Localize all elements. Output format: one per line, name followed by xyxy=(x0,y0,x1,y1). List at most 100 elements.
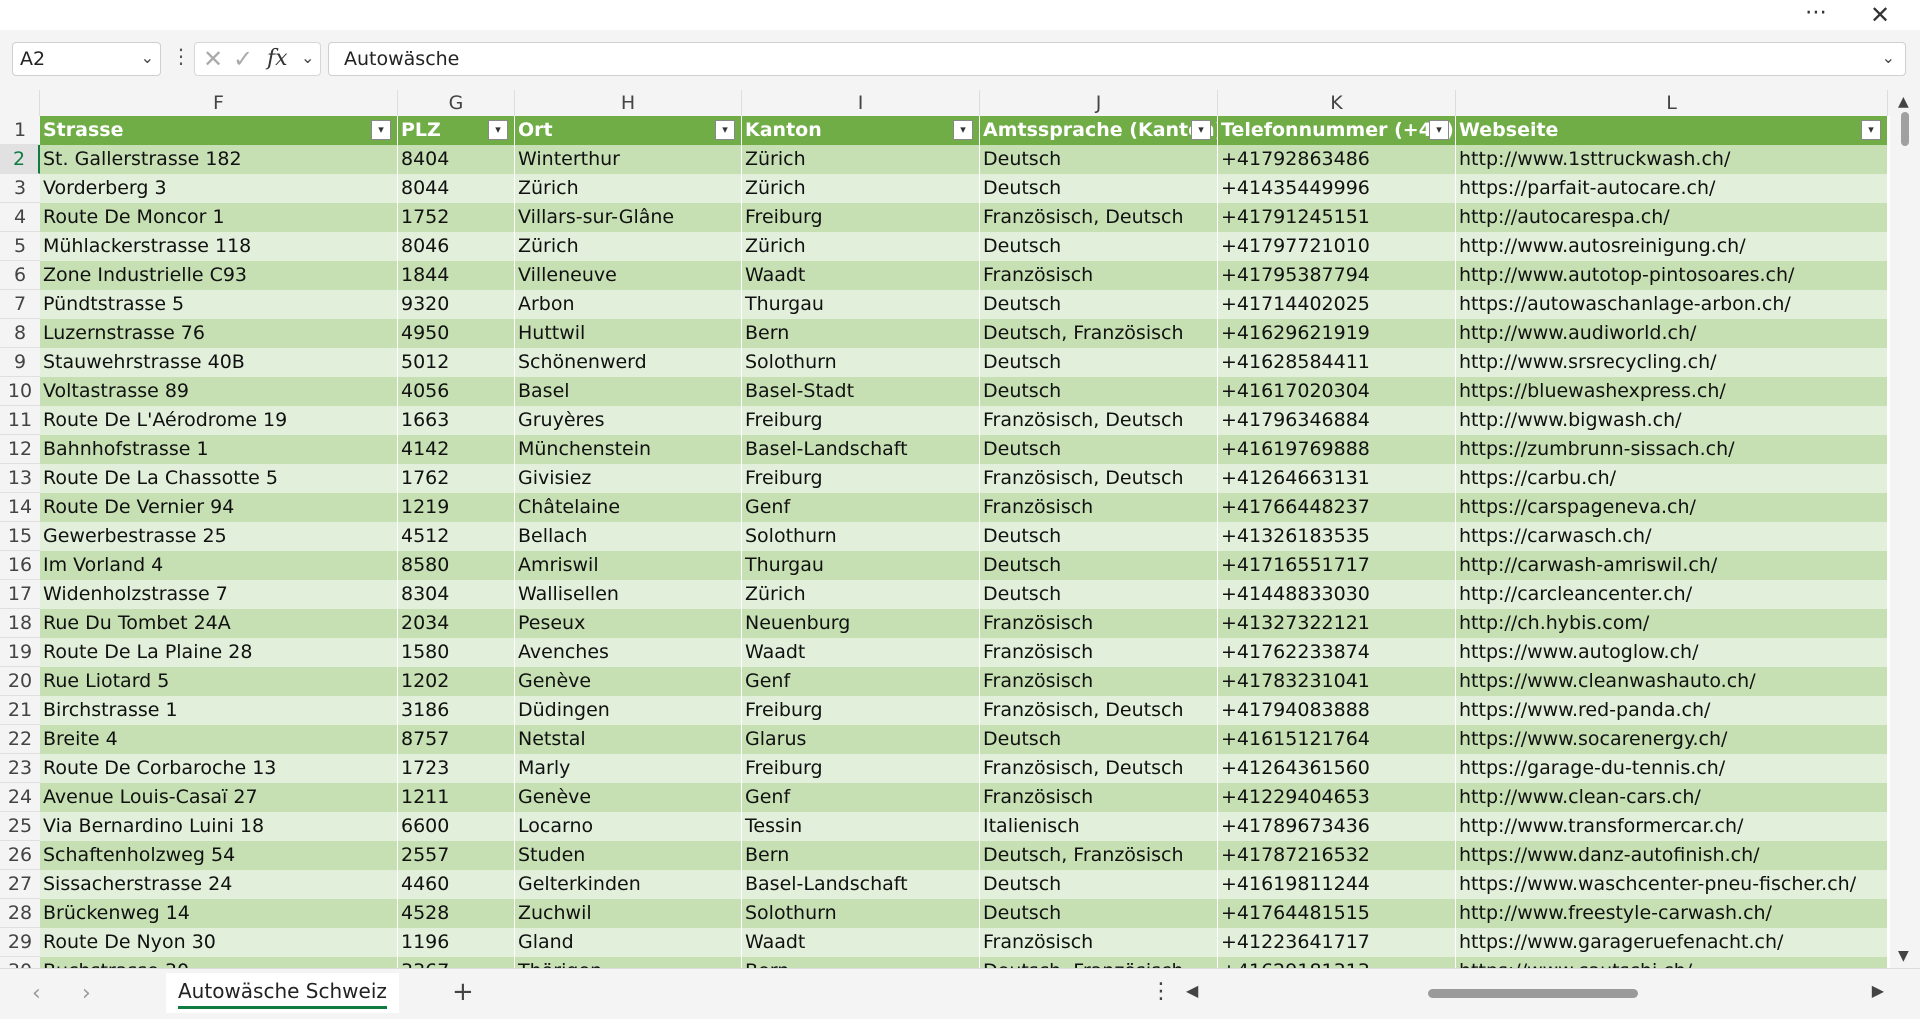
strasse-cell[interactable]: Route De Nyon 30 xyxy=(40,928,398,957)
kanton-cell[interactable]: Basel-Stadt xyxy=(742,377,980,406)
strasse-cell[interactable]: Voltastrasse 89 xyxy=(40,377,398,406)
telefon-cell[interactable]: +41264361560 xyxy=(1218,754,1456,783)
row-header[interactable]: 5 xyxy=(0,232,40,261)
horizontal-scrollbar[interactable]: ◀ ▶ xyxy=(1184,981,1884,1005)
telefon-cell[interactable]: +41435449996 xyxy=(1218,174,1456,203)
telefon-cell[interactable]: +41615121764 xyxy=(1218,725,1456,754)
row-header[interactable]: 17 xyxy=(0,580,40,609)
column-header[interactable]: L xyxy=(1456,90,1888,116)
strasse-cell[interactable]: Rue Liotard 5 xyxy=(40,667,398,696)
webseite-cell[interactable]: https://parfait-autocare.ch/ xyxy=(1456,174,1888,203)
strasse-cell[interactable]: Brückenweg 14 xyxy=(40,899,398,928)
filter-dropdown-icon[interactable]: ▾ xyxy=(1861,120,1881,140)
amtssprache-cell[interactable]: Französisch xyxy=(980,667,1218,696)
plz-cell[interactable]: 8044 xyxy=(398,174,515,203)
sheet-tab-active[interactable]: Autowäsche Schweiz xyxy=(166,973,399,1013)
column-header[interactable]: J xyxy=(980,90,1218,116)
webseite-cell[interactable]: https://www.red-panda.ch/ xyxy=(1456,696,1888,725)
more-options-icon[interactable]: ⋯ xyxy=(1796,0,1836,30)
amtssprache-cell[interactable]: Französisch xyxy=(980,783,1218,812)
webseite-cell[interactable]: http://www.transformercar.ch/ xyxy=(1456,812,1888,841)
amtssprache-cell[interactable]: Deutsch xyxy=(980,580,1218,609)
telefon-cell[interactable]: +41326183535 xyxy=(1218,522,1456,551)
kanton-cell[interactable]: Freiburg xyxy=(742,203,980,232)
amtssprache-cell[interactable]: Französisch xyxy=(980,261,1218,290)
confirm-icon[interactable]: ✓ xyxy=(233,45,253,73)
strasse-cell[interactable]: Route De La Plaine 28 xyxy=(40,638,398,667)
webseite-cell[interactable]: https://www.garageruefenacht.ch/ xyxy=(1456,928,1888,957)
webseite-cell[interactable]: http://autocarespa.ch/ xyxy=(1456,203,1888,232)
row-header[interactable]: 3 xyxy=(0,174,40,203)
amtssprache-cell[interactable]: Deutsch, Französisch xyxy=(980,957,1218,968)
kanton-cell[interactable]: Genf xyxy=(742,783,980,812)
strasse-cell[interactable]: Bahnhofstrasse 1 xyxy=(40,435,398,464)
webseite-cell[interactable]: http://carwash-amriswil.ch/ xyxy=(1456,551,1888,580)
webseite-cell[interactable]: http://www.bigwash.ch/ xyxy=(1456,406,1888,435)
row-header[interactable]: 28 xyxy=(0,899,40,928)
kanton-cell[interactable]: Waadt xyxy=(742,638,980,667)
telefon-cell[interactable]: +41716551717 xyxy=(1218,551,1456,580)
webseite-cell[interactable]: https://carbu.ch/ xyxy=(1456,464,1888,493)
ort-cell[interactable]: Châtelaine xyxy=(515,493,742,522)
header-cell[interactable]: Strasse ▾ xyxy=(40,116,398,145)
header-cell[interactable]: Telefonnummer (+41) ▾ xyxy=(1218,116,1456,145)
filter-dropdown-icon[interactable]: ▾ xyxy=(1429,120,1449,140)
kanton-cell[interactable]: Bern xyxy=(742,957,980,968)
amtssprache-cell[interactable]: Deutsch xyxy=(980,870,1218,899)
filter-dropdown-icon[interactable]: ▾ xyxy=(371,120,391,140)
plz-cell[interactable]: 8757 xyxy=(398,725,515,754)
webseite-cell[interactable]: https://carwasch.ch/ xyxy=(1456,522,1888,551)
kanton-cell[interactable]: Waadt xyxy=(742,928,980,957)
strasse-cell[interactable]: Route De La Chassotte 5 xyxy=(40,464,398,493)
column-header[interactable]: G xyxy=(398,90,515,116)
telefon-cell[interactable]: +41619811244 xyxy=(1218,870,1456,899)
telefon-cell[interactable]: +41619769888 xyxy=(1218,435,1456,464)
kanton-cell[interactable]: Freiburg xyxy=(742,696,980,725)
webseite-cell[interactable]: https://carspageneva.ch/ xyxy=(1456,493,1888,522)
plz-cell[interactable]: 1723 xyxy=(398,754,515,783)
strasse-cell[interactable]: Pündtstrasse 5 xyxy=(40,290,398,319)
strasse-cell[interactable]: St. Gallerstrasse 182 xyxy=(40,145,398,174)
amtssprache-cell[interactable]: Deutsch xyxy=(980,290,1218,319)
strasse-cell[interactable]: Route De Vernier 94 xyxy=(40,493,398,522)
row-header[interactable]: 19 xyxy=(0,638,40,667)
kanton-cell[interactable]: Bern xyxy=(742,841,980,870)
telefon-cell[interactable]: +41714402025 xyxy=(1218,290,1456,319)
cancel-icon[interactable]: ✕ xyxy=(203,45,223,73)
amtssprache-cell[interactable]: Deutsch xyxy=(980,522,1218,551)
plz-cell[interactable]: 5012 xyxy=(398,348,515,377)
filter-dropdown-icon[interactable]: ▾ xyxy=(1191,120,1211,140)
webseite-cell[interactable]: https://www.cleanwashauto.ch/ xyxy=(1456,667,1888,696)
plz-cell[interactable]: 1752 xyxy=(398,203,515,232)
kanton-cell[interactable]: Thurgau xyxy=(742,551,980,580)
strasse-cell[interactable]: Birchstrasse 1 xyxy=(40,696,398,725)
row-header[interactable]: 9 xyxy=(0,348,40,377)
telefon-cell[interactable]: +41783231041 xyxy=(1218,667,1456,696)
ort-cell[interactable]: Münchenstein xyxy=(515,435,742,464)
plz-cell[interactable]: 8404 xyxy=(398,145,515,174)
row-header[interactable]: 8 xyxy=(0,319,40,348)
amtssprache-cell[interactable]: Deutsch xyxy=(980,232,1218,261)
plz-cell[interactable]: 2557 xyxy=(398,841,515,870)
plz-cell[interactable]: 8046 xyxy=(398,232,515,261)
plz-cell[interactable]: 4056 xyxy=(398,377,515,406)
row-header[interactable]: 10 xyxy=(0,377,40,406)
amtssprache-cell[interactable]: Italienisch xyxy=(980,812,1218,841)
kanton-cell[interactable]: Solothurn xyxy=(742,899,980,928)
scroll-down-icon[interactable]: ▼ xyxy=(1898,948,1909,964)
plz-cell[interactable]: 4528 xyxy=(398,899,515,928)
strasse-cell[interactable]: Mühlackerstrasse 118 xyxy=(40,232,398,261)
ort-cell[interactable]: Zürich xyxy=(515,232,742,261)
kanton-cell[interactable]: Neuenburg xyxy=(742,609,980,638)
ort-cell[interactable]: Huttwil xyxy=(515,319,742,348)
row-header[interactable]: 13 xyxy=(0,464,40,493)
amtssprache-cell[interactable]: Französisch, Deutsch xyxy=(980,464,1218,493)
amtssprache-cell[interactable]: Französisch, Deutsch xyxy=(980,754,1218,783)
next-sheet-icon[interactable]: › xyxy=(82,981,91,1006)
ort-cell[interactable]: Gruyères xyxy=(515,406,742,435)
prev-sheet-icon[interactable]: ‹ xyxy=(32,981,41,1006)
webseite-cell[interactable]: https://www.waschcenter-pneu-fischer.ch/ xyxy=(1456,870,1888,899)
kanton-cell[interactable]: Genf xyxy=(742,667,980,696)
plz-cell[interactable]: 3367 xyxy=(398,957,515,968)
kanton-cell[interactable]: Bern xyxy=(742,319,980,348)
